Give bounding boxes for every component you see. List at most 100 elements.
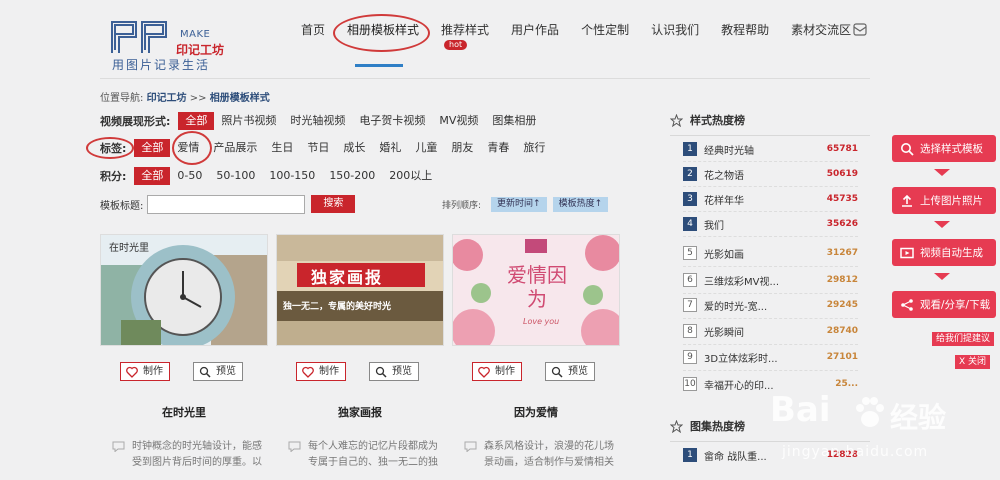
filter-type-option[interactable]: 电子贺卡视频 <box>352 112 432 130</box>
template-thumbnail[interactable]: 在时光里 <box>100 234 268 346</box>
filter-points-option[interactable]: 150-200 <box>322 167 382 185</box>
filter-tag-option[interactable]: 青春 <box>480 139 516 157</box>
album-ranking-title: 图集热度榜 <box>690 420 745 433</box>
rank-number: 3 <box>683 192 697 206</box>
filter-points-option[interactable]: 200以上 <box>382 167 439 185</box>
make-button[interactable]: 制作 <box>296 362 346 381</box>
watermark-brand2: 经验 <box>890 401 947 434</box>
nav-recommended[interactable]: 推荐样式 hot <box>430 20 500 50</box>
float-button-label: 观看/分享/下载 <box>920 299 991 311</box>
close-float-button[interactable]: X 关闭 <box>955 355 991 369</box>
ranking-item[interactable]: 3 花样年华 45735 <box>683 189 858 209</box>
filter-points-option[interactable]: 100-150 <box>262 167 322 185</box>
rank-number: 2 <box>683 167 697 181</box>
template-title[interactable]: 在时光里 <box>100 404 268 420</box>
float-select-template-button[interactable]: 选择样式模板 <box>892 135 996 162</box>
search-input[interactable] <box>147 194 306 214</box>
rank-value: 27101 <box>826 352 858 362</box>
filter-type-option[interactable]: 照片书视频 <box>214 112 283 130</box>
ranking-item[interactable]: 2 花之物语 50619 <box>683 164 858 184</box>
nav-home[interactable]: 首页 <box>290 20 336 44</box>
magnifier-icon <box>551 366 563 378</box>
template-title[interactable]: 因为爱情 <box>452 404 620 420</box>
breadcrumb-home[interactable]: 印记工坊 <box>147 93 187 104</box>
preview-button[interactable]: 预览 <box>193 362 243 381</box>
float-upload-photos-button[interactable]: 上传图片照片 <box>892 187 996 214</box>
sort-by-time-button[interactable]: 更新时间↑ <box>491 197 547 212</box>
filter-type-option[interactable]: 图集相册 <box>485 112 543 130</box>
template-desc: 时钟概念的时光轴设计，能感受到图片背后时间的厚重。以 <box>112 439 267 471</box>
breadcrumb-prefix: 位置导航: <box>100 93 144 104</box>
search-button[interactable]: 搜索 <box>311 195 356 213</box>
ranking-item[interactable]: 4 我们 35626 <box>683 214 858 234</box>
ranking-item[interactable]: 9 3D立体炫彩时... 27101 <box>683 347 858 367</box>
video-icon <box>900 247 914 258</box>
breadcrumb-sep: >> <box>189 93 207 104</box>
nav-user-works[interactable]: 用户作品 <box>500 20 570 44</box>
site-logo[interactable]: MAKE 印记工坊 用图片记录生活 <box>110 20 225 72</box>
rank-number: 9 <box>683 350 697 364</box>
sort-row: 排列顺序: 更新时间↑ 模板热度↑ <box>442 197 609 212</box>
filter-points-option[interactable]: 50-100 <box>209 167 262 185</box>
nav-materials[interactable]: 素材交流区 <box>780 20 862 44</box>
filter-tag-option[interactable]: 儿童 <box>408 139 444 157</box>
rank-value: 28740 <box>826 326 858 336</box>
ranking-item[interactable]: 6 三维炫彩MV视... 29812 <box>683 270 858 290</box>
filter-tag-option[interactable]: 婚礼 <box>372 139 408 157</box>
page: MAKE 印记工坊 用图片记录生活 首页 相册模板样式 推荐样式 hot 用户作品… <box>0 0 1000 480</box>
baidu-watermark: Bai 经验 jingyan.baidu.com <box>770 386 995 476</box>
filter-type-option[interactable]: 全部 <box>178 112 215 130</box>
step-arrow <box>934 273 950 280</box>
template-card: 爱情因为 Love you 制作 预览 因为爱情 森系风格设计，浪漫的花儿场景动… <box>452 234 620 468</box>
rank-number: 1 <box>683 142 697 156</box>
filter-type-option[interactable]: 时光轴视频 <box>283 112 352 130</box>
thumb-caption: 爱情因为 <box>507 263 567 311</box>
filter-tag-option[interactable]: 产品展示 <box>206 139 264 157</box>
nav-about[interactable]: 认识我们 <box>640 20 710 44</box>
ranking-item[interactable]: 1 经典时光轴 65781 <box>683 139 858 159</box>
rank-name: 光影如画 <box>704 249 744 261</box>
watermark-url: jingyan.baidu.com <box>782 444 929 460</box>
template-card: 在时光里 制作 预览 在时光里 时钟概念的时光轴设计，能感受到图片背后时间的厚重… <box>100 234 268 468</box>
template-title[interactable]: 独家画报 <box>276 404 444 420</box>
preview-button[interactable]: 预览 <box>369 362 419 381</box>
ranking-dash <box>683 211 858 212</box>
speech-bubble-icon <box>464 441 477 452</box>
filter-points-option[interactable]: 全部 <box>134 167 171 185</box>
template-thumbnail[interactable]: 独家画报 独一无二，专属的美好时光 <box>276 234 444 346</box>
filter-tag-option[interactable]: 旅行 <box>516 139 552 157</box>
search-icon <box>901 142 914 156</box>
template-desc: 森系风格设计，浪漫的花儿场景动画，适合制作与爱情相关 <box>464 439 619 471</box>
make-button[interactable]: 制作 <box>120 362 170 381</box>
nav-custom[interactable]: 个性定制 <box>570 20 640 44</box>
ranking-item[interactable]: 5 光影如画 31267 <box>683 243 858 263</box>
sort-label: 排列顺序: <box>442 201 482 211</box>
filter-type-option[interactable]: MV视频 <box>432 112 485 130</box>
breadcrumb-current[interactable]: 相册模板样式 <box>210 93 270 104</box>
make-button-label: 制作 <box>319 366 339 377</box>
filter-tag-option[interactable]: 全部 <box>134 139 171 157</box>
watermark-brand: Bai <box>770 390 831 430</box>
filter-tag-option[interactable]: 节日 <box>300 139 336 157</box>
sort-by-heat-button[interactable]: 模板热度↑ <box>552 197 609 212</box>
float-auto-generate-button[interactable]: 视频自动生成 <box>892 239 996 266</box>
float-share-download-button[interactable]: 观看/分享/下载 <box>892 291 996 318</box>
mail-icon[interactable] <box>853 23 867 36</box>
preview-button[interactable]: 预览 <box>545 362 595 381</box>
filter-points-option[interactable]: 0-50 <box>170 167 209 185</box>
rank-value: 31267 <box>826 248 858 258</box>
filter-tag-option[interactable]: 成长 <box>336 139 372 157</box>
rank-number: 8 <box>683 324 697 338</box>
ranking-item[interactable]: 7 爱的时光-宽... 29245 <box>683 295 858 315</box>
nav-help[interactable]: 教程帮助 <box>710 20 780 44</box>
template-card: 独家画报 独一无二，专属的美好时光 制作 预览 独家画报 每个人难忘的记忆片段都… <box>276 234 444 468</box>
template-thumbnail[interactable]: 爱情因为 Love you <box>452 234 620 346</box>
filter-tag-option[interactable]: 朋友 <box>444 139 480 157</box>
rank-value: 35626 <box>826 219 858 229</box>
make-button[interactable]: 制作 <box>472 362 522 381</box>
suggest-button[interactable]: 给我们提建议 <box>932 332 995 346</box>
filter-tag-option[interactable]: 生日 <box>264 139 300 157</box>
ranking-item[interactable]: 8 光影瞬间 28740 <box>683 321 858 341</box>
search-label: 模板标题: <box>100 200 144 212</box>
filter-tag-row: 标签: 全部 爱情 产品展示 生日 节日 成长 婚礼 儿童 朋友 青春 旅行 <box>100 138 552 158</box>
